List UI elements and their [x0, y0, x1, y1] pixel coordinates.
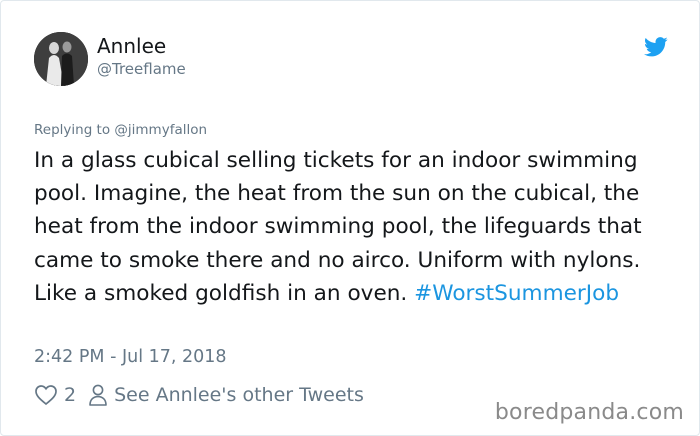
tweet-card: Annlee @Treeflame Replying to @jimmyfall…: [0, 0, 700, 436]
other-tweets-link[interactable]: See Annlee's other Tweets: [114, 384, 364, 406]
tweet-text: In a glass cubical selling tickets for a…: [34, 144, 664, 310]
avatar[interactable]: [34, 32, 88, 86]
hashtag-link[interactable]: #WorstSummerJob: [414, 281, 619, 306]
person-icon[interactable]: [88, 384, 108, 406]
heart-icon[interactable]: [34, 383, 58, 407]
twitter-bird-icon[interactable]: [644, 37, 668, 57]
timestamp[interactable]: 2:42 PM - Jul 17, 2018: [34, 345, 227, 369]
watermark: boredpanda.com: [494, 400, 684, 425]
replying-to[interactable]: Replying to @jimmyfallon: [34, 121, 207, 139]
tweet-actions: 2 See Annlee's other Tweets: [34, 381, 364, 409]
display-name[interactable]: Annlee: [97, 34, 166, 58]
like-count[interactable]: 2: [64, 384, 76, 406]
user-handle[interactable]: @Treeflame: [97, 59, 186, 79]
